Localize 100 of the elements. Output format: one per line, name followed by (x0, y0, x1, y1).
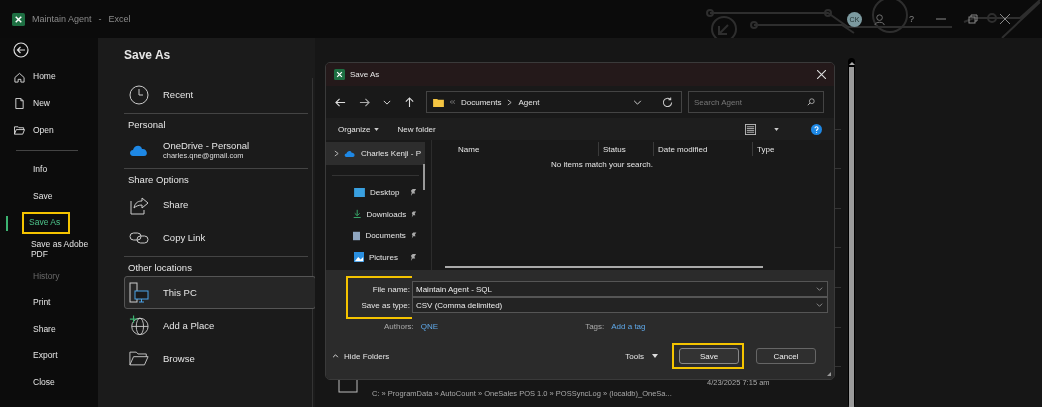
chevron-right-icon (334, 150, 339, 157)
location-label: OneDrive - Personal (163, 139, 250, 151)
column-header[interactable]: Name (454, 142, 599, 156)
folder-tree-item[interactable]: Desktop (326, 182, 429, 204)
folder-tree-item[interactable]: Documents (326, 225, 429, 247)
nav-item[interactable]: Share (28, 320, 61, 339)
back-icon[interactable] (13, 42, 29, 58)
help-button[interactable]: ? (909, 14, 914, 24)
location-label: Recent (163, 89, 194, 100)
folder-label: Pictures (369, 252, 398, 262)
folder-icon (433, 97, 444, 107)
folder-tree-item[interactable]: Charles Kenji - P (326, 142, 425, 165)
view-list-icon[interactable] (745, 123, 756, 135)
location-label: This PC (163, 287, 197, 298)
nav-item[interactable]: Save As (22, 212, 71, 235)
folder-label: Charles Kenji - P (361, 149, 422, 158)
help-icon[interactable] (811, 123, 822, 135)
author-link[interactable]: QNE (420, 321, 439, 331)
folder-label: Desktop (370, 188, 400, 198)
app-name: Excel (108, 14, 131, 24)
empty-message: No items match your search. (550, 160, 654, 169)
nav-item[interactable]: Save as Adobe PDF (25, 236, 98, 264)
folder-icon (14, 125, 25, 136)
nav-item[interactable]: New (28, 95, 55, 113)
dialog-title: Save As (350, 70, 380, 79)
tools-menu[interactable]: Tools (625, 351, 644, 361)
document-icon (353, 230, 361, 241)
folder-tree-item[interactable]: Downloads (326, 203, 429, 225)
breadcrumb-item[interactable]: Documents (461, 97, 502, 107)
excel-logo-icon (334, 69, 345, 80)
location-item[interactable]: Browse (124, 342, 308, 375)
title-separator: - (98, 14, 102, 24)
nav-item[interactable]: Save (28, 187, 58, 206)
section-heading: Personal (127, 118, 167, 132)
file-name-field[interactable]: Maintain Agent - SQL (412, 281, 828, 297)
add-tag-link[interactable]: Add a tag (611, 321, 646, 331)
resize-grip-icon[interactable] (826, 371, 832, 377)
home-icon (14, 71, 25, 83)
column-header[interactable]: Status (599, 142, 654, 156)
caret-icon (374, 127, 380, 131)
section-heading: Share Options (127, 173, 190, 187)
page-title: Save As (124, 48, 172, 62)
nav-item[interactable]: Export (28, 347, 63, 366)
location-item[interactable]: Copy Link (124, 221, 308, 254)
location-item[interactable]: Share (124, 188, 308, 221)
folder-label: Documents (365, 231, 406, 241)
section-heading: Other locations (127, 261, 193, 275)
breadcrumb-item[interactable]: Agent (518, 97, 540, 107)
folder-icon (129, 350, 149, 367)
download-icon (353, 209, 362, 220)
hide-folders-button[interactable]: Hide Folders (332, 351, 390, 361)
location-label: Browse (163, 353, 195, 364)
double-chevron-icon (450, 100, 455, 104)
picture-icon (354, 252, 364, 263)
search-field[interactable]: Search Agent (688, 91, 824, 113)
nav-item[interactable]: Print (28, 294, 56, 312)
tags-label: Tags: (585, 321, 605, 331)
back-arrow-icon[interactable] (335, 96, 346, 108)
scrollbar[interactable] (445, 266, 763, 268)
file-type-dropdown[interactable]: CSV (Comma delimited) (412, 297, 828, 313)
chevron-down-icon[interactable] (383, 99, 391, 105)
search-icon (807, 98, 815, 106)
location-label: Copy Link (163, 232, 206, 243)
dropdown-arrow-icon[interactable] (652, 354, 658, 358)
up-arrow-icon[interactable] (404, 96, 415, 108)
chevron-down-icon[interactable] (633, 99, 642, 105)
location-label: Share (163, 199, 189, 210)
location-label: Add a Place (163, 320, 215, 331)
person-icon[interactable] (874, 12, 887, 26)
column-header[interactable]: Type (753, 142, 775, 156)
cloud-icon (344, 150, 356, 157)
new-folder-button[interactable]: New folder (397, 124, 436, 134)
organize-menu[interactable]: Organize (338, 124, 380, 134)
restore-icon[interactable] (968, 14, 978, 24)
close-icon[interactable] (1000, 14, 1010, 24)
address-bar[interactable]: Documents Agent (426, 91, 682, 113)
folder-tree-item[interactable]: Pictures (326, 246, 429, 268)
globe-add-icon (129, 315, 149, 336)
column-header[interactable]: Date modified (654, 142, 753, 156)
nav-item[interactable]: Open (28, 121, 59, 140)
field-label: File name: (372, 284, 410, 294)
forward-arrow-icon[interactable] (359, 96, 370, 108)
location-item[interactable]: Add a Place (124, 309, 308, 342)
scrollbar[interactable] (848, 58, 855, 407)
nav-item[interactable]: Home (28, 68, 61, 87)
dropdown-arrow-icon[interactable] (774, 127, 779, 131)
chevron-up-icon (332, 354, 339, 358)
field-label: Save as type: (361, 300, 410, 310)
location-item[interactable]: Recent (124, 78, 308, 111)
excel-logo-icon (12, 12, 25, 26)
refresh-icon[interactable] (662, 96, 673, 108)
location-item[interactable]: This PC (124, 276, 316, 309)
nav-item[interactable]: Close (28, 373, 60, 392)
scrollbar[interactable] (423, 164, 425, 190)
link-icon (129, 230, 149, 245)
window-title: Maintain Agent (32, 14, 92, 24)
cancel-button[interactable]: Cancel (756, 348, 816, 364)
save-button[interactable]: Save (679, 348, 739, 364)
clock-icon (129, 84, 149, 105)
nav-item[interactable]: Info (28, 161, 53, 179)
